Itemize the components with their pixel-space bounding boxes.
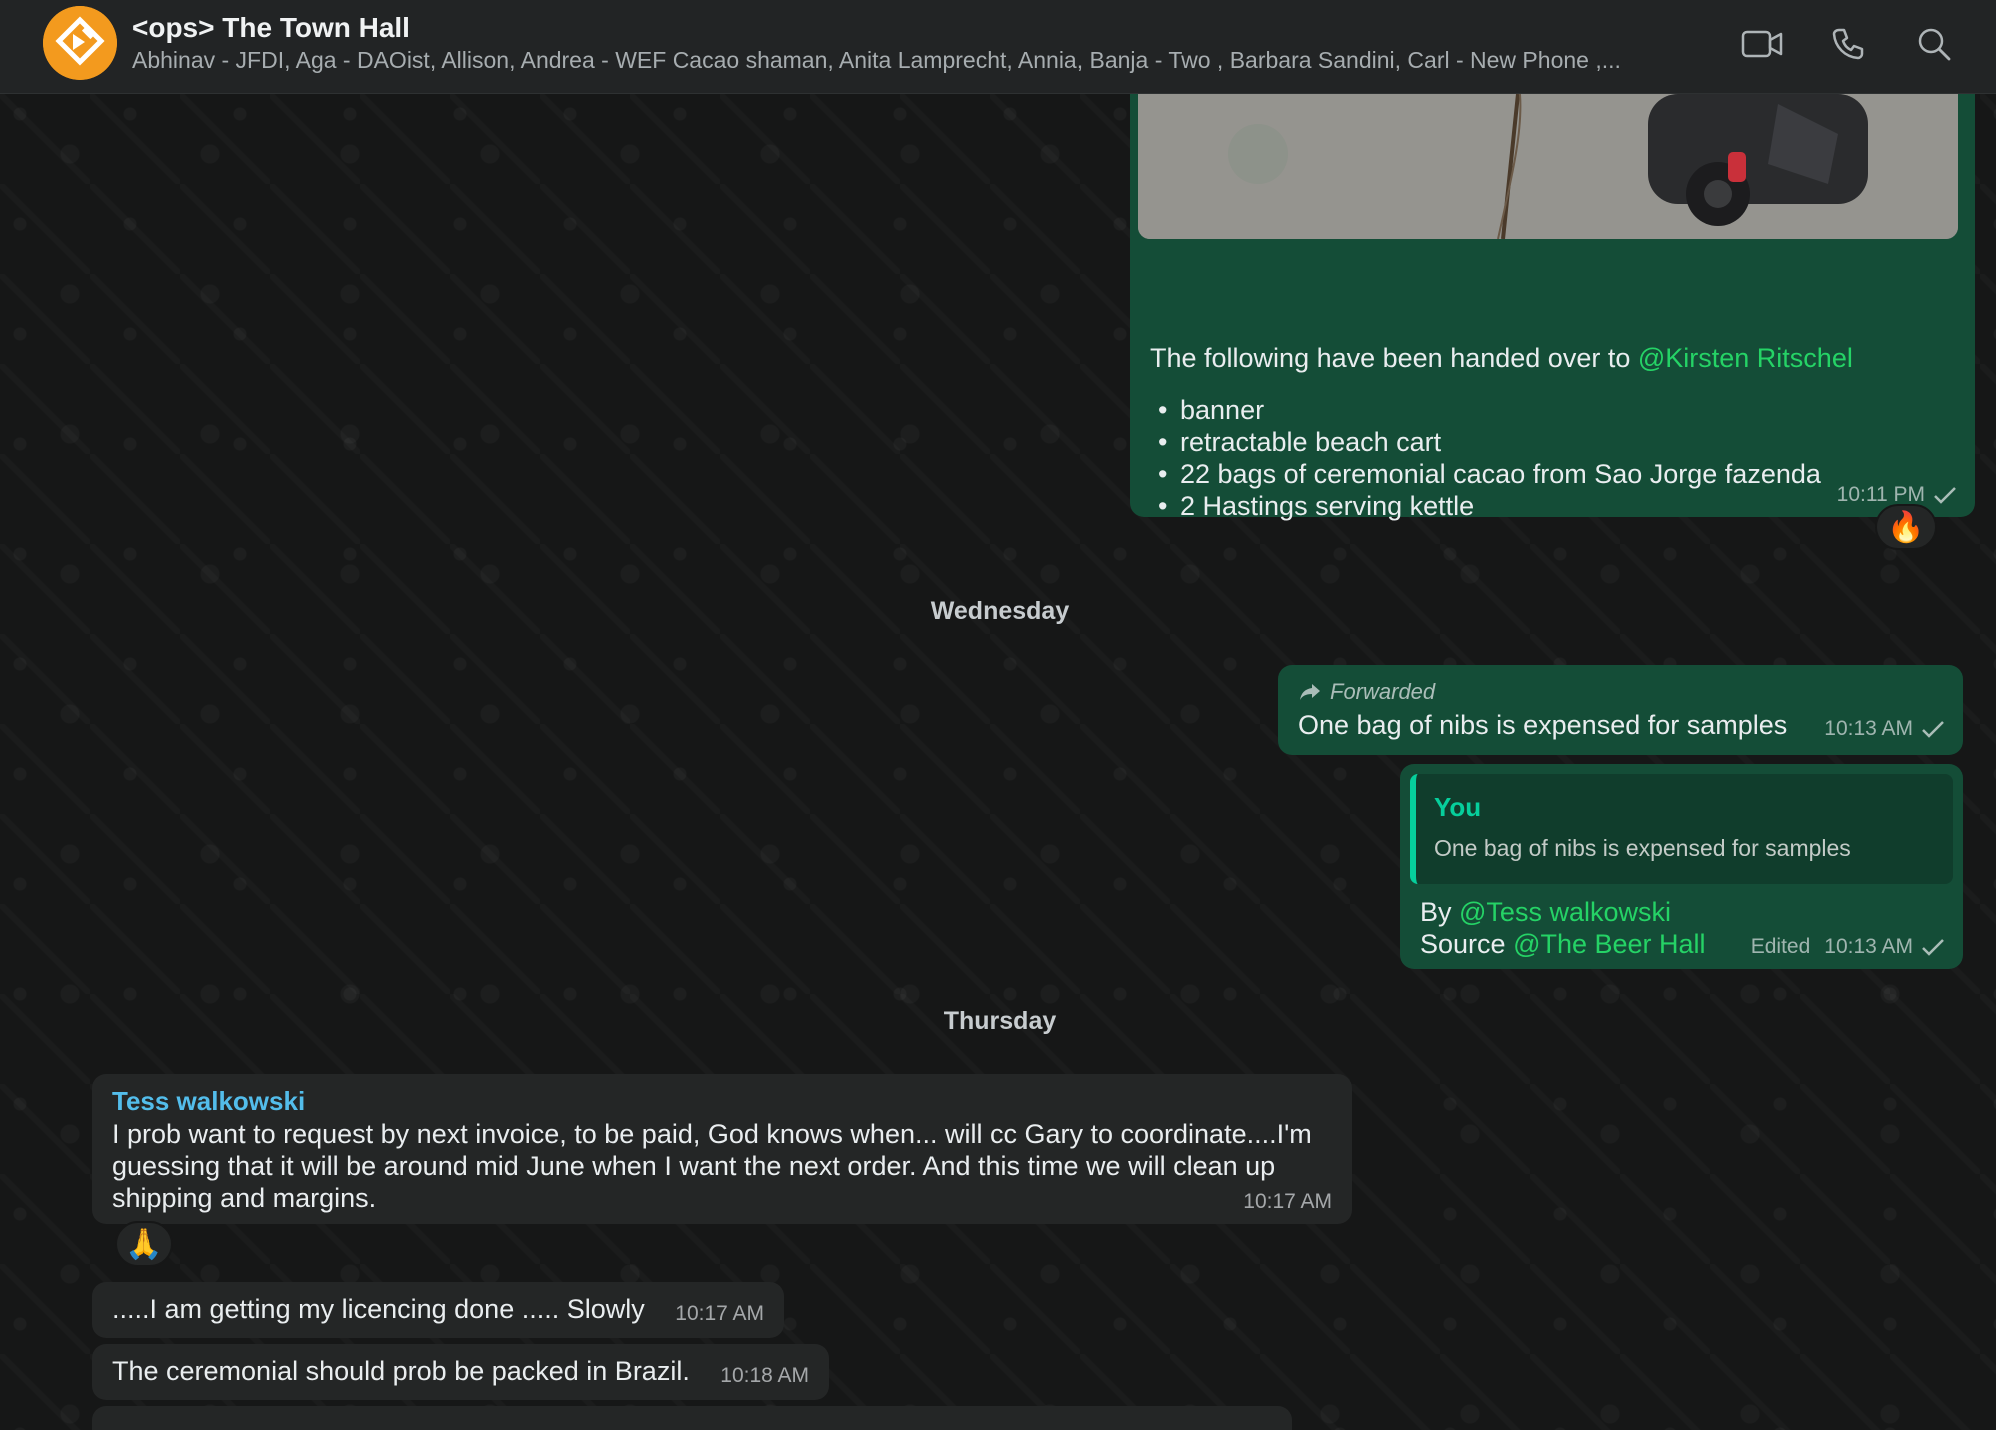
message-time: 10:17 AM (675, 1302, 764, 1325)
message-reaction[interactable]: 🔥 (1875, 504, 1937, 550)
quote-author: You (1434, 792, 1482, 822)
message-bubble-incoming[interactable]: The ceremonial should prob be packed in … (92, 1344, 829, 1400)
check-icon (1922, 939, 1944, 956)
message-text: One bag of nibs is expensed for samples (1298, 710, 1788, 740)
edited-label: Edited (1750, 935, 1811, 958)
video-call-icon (1741, 30, 1783, 58)
chat-header[interactable]: <ops> The Town Hall Abhinav - JFDI, Aga … (0, 0, 1996, 94)
message-bubble-incoming[interactable]: Tess walkowski I prob want to request by… (92, 1074, 1352, 1224)
message-bubble-incoming[interactable]: .....I am getting my licencing done ....… (92, 1282, 784, 1338)
date-separator: Thursday (943, 1007, 1057, 1035)
message-meta: Edited 10:13 AM (1751, 935, 1945, 959)
by-label: By (1420, 897, 1460, 927)
quoted-message[interactable]: You One bag of nibs is expensed for samp… (1410, 774, 1953, 884)
message-bubble-outgoing[interactable]: Forwarded One bag of nibs is expensed fo… (1278, 665, 1963, 755)
quote-text: One bag of nibs is expensed for samples (1434, 835, 1851, 861)
message-bubble-incoming[interactable] (92, 1406, 1292, 1430)
message-line: I prob want to request by next invoice, … (112, 1119, 1312, 1149)
chat-title: <ops> The Town Hall (132, 12, 410, 43)
message-line: shipping and margins. (112, 1183, 377, 1213)
message-bubble-outgoing[interactable]: The following have been handed over to @… (1130, 94, 1975, 522)
list-item: 2 Hastings serving kettle (1150, 490, 1950, 522)
mention-kirsten[interactable]: @Kirsten Ritschel (1638, 343, 1853, 373)
voice-call-icon (1832, 28, 1864, 60)
message-bubble-outgoing[interactable]: You One bag of nibs is expensed for samp… (1400, 764, 1963, 969)
message-text: By @Tess walkowski Source @The Beer Hall (1420, 896, 1706, 960)
forwarded-text: Forwarded (1330, 679, 1436, 704)
message-text: The following have been handed over to @… (1150, 342, 1950, 374)
mention-tess[interactable]: @Tess walkowski (1459, 897, 1671, 927)
source-label: Source (1420, 929, 1514, 959)
voice-call-button[interactable] (1826, 22, 1870, 66)
message-time: 10:13 AM (1824, 717, 1913, 740)
message-meta: 10:17 AM (1243, 1190, 1332, 1214)
search-icon (1918, 28, 1951, 61)
message-text: The ceremonial should prob be packed in … (112, 1356, 690, 1386)
message-image[interactable] (1138, 94, 1958, 239)
group-avatar[interactable] (43, 6, 117, 80)
mention-beer-hall[interactable]: @The Beer Hall (1513, 929, 1705, 959)
message-text: .....I am getting my licencing done ....… (112, 1294, 645, 1324)
handover-items-list: banner retractable beach cart 22 bags of… (1150, 394, 1950, 522)
handover-message-content: The following have been handed over to @… (1150, 342, 1950, 522)
message-sender[interactable]: Tess walkowski (112, 1086, 305, 1117)
list-item: retractable beach cart (1150, 426, 1950, 458)
chat-messages-area[interactable]: The following have been handed over to @… (0, 94, 1996, 1430)
message-reaction[interactable]: 🙏 (115, 1221, 173, 1267)
message-time: 10:13 AM (1824, 935, 1913, 958)
list-item: banner (1150, 394, 1950, 426)
video-call-button[interactable] (1740, 22, 1784, 66)
search-button[interactable] (1912, 22, 1956, 66)
check-icon (1922, 721, 1944, 738)
message-meta: 10:17 AM (675, 1302, 764, 1326)
message-line: guessing that it will be around mid June… (112, 1151, 1276, 1181)
message-text: I prob want to request by next invoice, … (112, 1118, 1342, 1214)
message-time: 10:18 AM (720, 1364, 809, 1387)
chat-members-list: Abhinav - JFDI, Aga - DAOist, Allison, A… (132, 47, 1621, 73)
message-time: 10:17 AM (1243, 1190, 1332, 1213)
handover-intro-text: The following have been handed over to (1150, 343, 1638, 373)
chat-header-info[interactable]: <ops> The Town Hall Abhinav - JFDI, Aga … (132, 12, 1722, 76)
header-actions (1740, 22, 1956, 66)
forward-icon (1300, 684, 1320, 700)
whatsapp-chat-window: <ops> The Town Hall Abhinav - JFDI, Aga … (0, 0, 1996, 1430)
forwarded-label: Forwarded (1298, 679, 1435, 705)
message-meta: 10:18 AM (720, 1364, 809, 1388)
check-icon (1934, 487, 1956, 504)
list-item: 22 bags of ceremonial cacao from Sao Jor… (1150, 458, 1950, 490)
date-separator: Wednesday (930, 597, 1070, 625)
message-meta: 10:13 AM (1824, 717, 1945, 741)
